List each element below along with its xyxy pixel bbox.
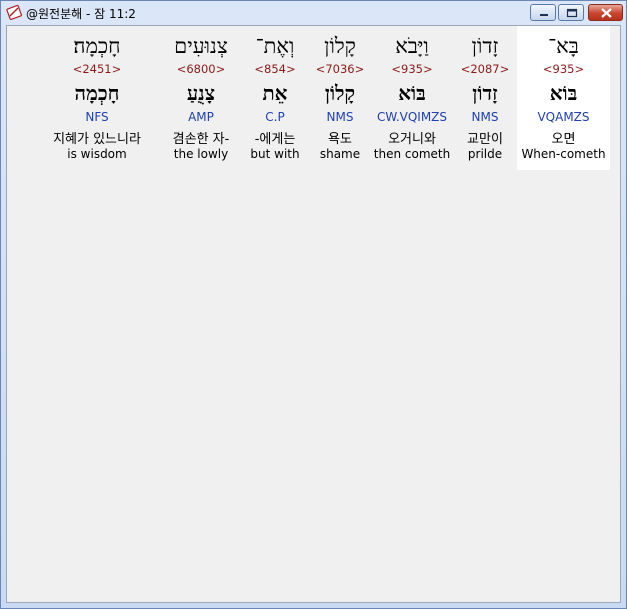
lemma-word: קָלוֹן (324, 81, 356, 105)
parsing-code: VQAMZS (537, 110, 590, 124)
english-gloss: When-cometh (521, 147, 606, 161)
word-column[interactable]: בָּא־ <935> בּוֹא VQAMZS 오면 When-cometh (517, 26, 610, 170)
korean-gloss: -에게는 (254, 132, 296, 147)
strongs-number: <2451> (72, 62, 122, 76)
close-icon (601, 8, 612, 18)
lemma-word: אֵת (262, 81, 288, 105)
lemma-word: חָכְמָה (74, 81, 120, 105)
strongs-number: <7036> (315, 62, 365, 76)
app-logo-icon (6, 4, 23, 21)
strongs-number: <935> (391, 62, 433, 76)
minimize-button[interactable] (530, 4, 556, 21)
word-column[interactable]: צְנוּעִים <6800> צָנֻעַ AMP 겸손한 자-the lowly (159, 26, 243, 170)
hebrew-word: וְאֶת־ (255, 34, 295, 58)
maximize-button[interactable] (558, 4, 584, 21)
strongs-number: <854> (254, 62, 296, 76)
maximize-icon (566, 8, 578, 18)
content-area[interactable]: בָּא־ <935> בּוֹא VQAMZS 오면 When-cometh זָדוֹן… (6, 25, 621, 603)
parsing-code: AMP (188, 110, 214, 124)
parsing-code: C.P (265, 110, 285, 124)
korean-gloss: 겸손한 자- (172, 132, 230, 147)
word-column[interactable]: וַיָּבֹא <935> בּוֹא CW.VQIMZS 오거니와 then come… (372, 26, 452, 170)
english-gloss: shame (319, 147, 361, 161)
parsing-code: NMS (471, 110, 499, 124)
korean-gloss: 오거니와 (388, 132, 436, 147)
english-gloss: prilde (467, 147, 503, 161)
word-column[interactable]: קָלוֹן <7036> קָלוֹן NMS 욕도 shame (309, 26, 371, 170)
hebrew-word: זָדוֹן (471, 34, 499, 58)
hebrew-word: וַיָּבֹא (395, 34, 429, 58)
parsing-code: CW.VQIMZS (376, 110, 448, 124)
minimize-icon (540, 14, 548, 16)
strongs-number: <935> (542, 62, 585, 76)
hebrew-word: חָכְמָה׃ (73, 34, 121, 58)
english-gloss: the lowly (173, 147, 229, 161)
lemma-word: צָנֻעַ (186, 81, 216, 105)
english-gloss: is wisdom (67, 147, 127, 161)
app-window: @원전분해 - 잠 11:2 בָּא־ <935> בּוֹא VQAMZS 오면 Wh… (0, 0, 627, 609)
lemma-word: בּוֹא (398, 81, 426, 105)
word-column[interactable]: זָדוֹן <2087> זָדוֹן NMS 교만이 prilde (454, 26, 516, 170)
hebrew-word: קָלוֹן (324, 34, 356, 58)
lemma-word: בּוֹא (549, 81, 578, 105)
hebrew-word: בָּא־ (548, 34, 579, 58)
lemma-word: זָדוֹן (472, 81, 498, 105)
english-gloss: but with (250, 147, 300, 161)
parsing-code: NFS (85, 110, 109, 124)
english-gloss: then cometh (373, 147, 451, 161)
korean-gloss: 오면 (551, 132, 576, 147)
window-title: @원전분해 - 잠 11:2 (26, 7, 136, 21)
korean-gloss: 지혜가 있느니라 (53, 132, 141, 147)
title-bar[interactable]: @원전분해 - 잠 11:2 (1, 1, 626, 24)
strongs-number: <2087> (460, 62, 510, 76)
korean-gloss: 욕도 (328, 132, 352, 147)
hebrew-word: צְנוּעִים (174, 34, 228, 58)
strongs-number: <6800> (176, 62, 226, 76)
interlinear-verse: בָּא־ <935> בּוֹא VQAMZS 오면 When-cometh זָדוֹן… (7, 26, 620, 170)
korean-gloss: 교만이 (467, 132, 503, 147)
close-button[interactable] (588, 4, 623, 21)
parsing-code: NMS (326, 110, 354, 124)
word-column[interactable]: וְאֶת־ <854> אֵת C.P -에게는 but with (244, 26, 306, 170)
word-column[interactable]: חָכְמָה׃ <2451> חָכְמָה NFS 지혜가 있느니라 is wisdo… (37, 26, 157, 170)
